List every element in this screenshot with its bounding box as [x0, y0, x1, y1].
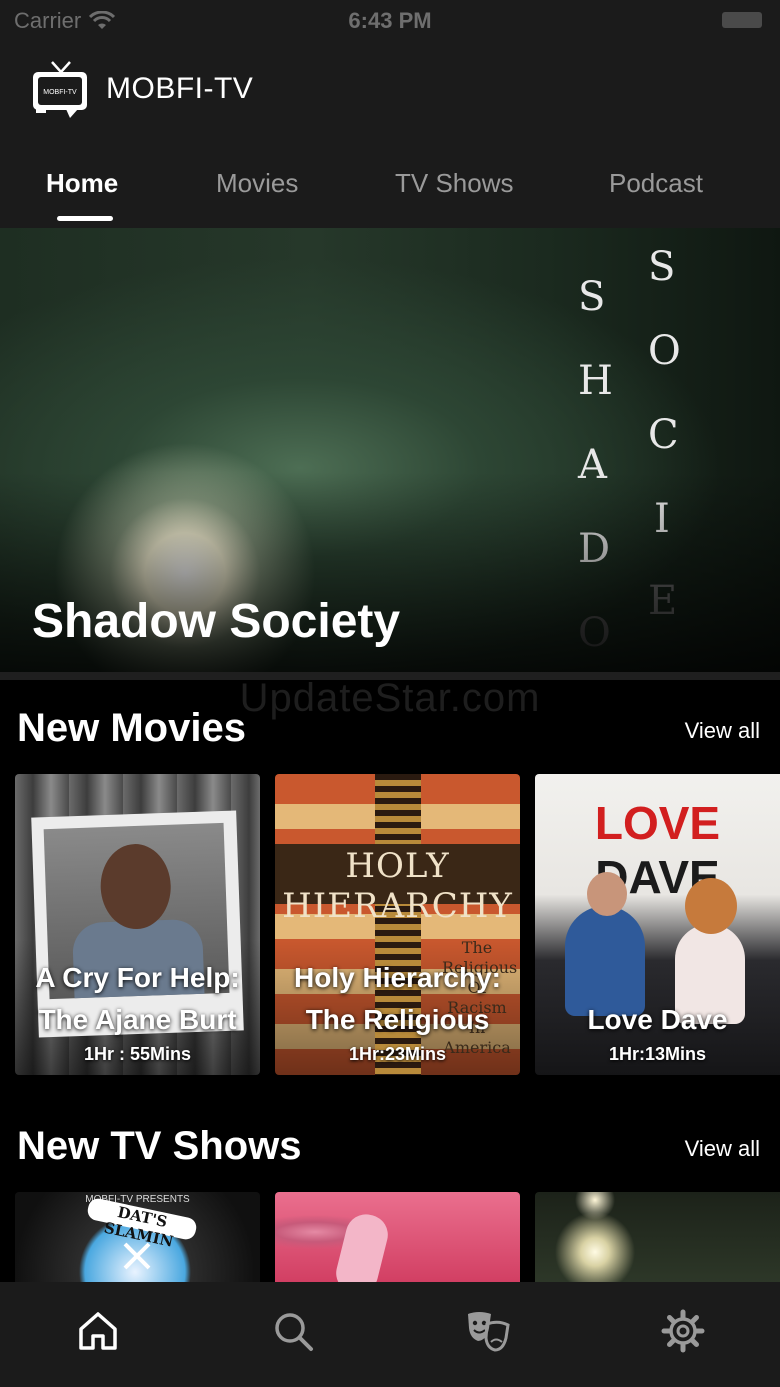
hero-letter: O: [648, 328, 681, 374]
tv-show-card[interactable]: [275, 1192, 520, 1282]
view-all-movies-link[interactable]: View all: [685, 718, 760, 744]
movie-duration: 1Hr:13Mins: [608, 1044, 707, 1064]
tv-show-card[interactable]: MOBFI-TV PRESENTS DAT'S SLAMIN: [15, 1192, 260, 1282]
brand[interactable]: MOBFI-TV MOBFI-TV: [30, 58, 253, 120]
movie-card[interactable]: A Cry For Help: The Ajane Burt 1Hr : 55M…: [15, 774, 260, 1075]
poster-top-text: MOBFI-TV PRESENTS: [85, 1194, 190, 1205]
hero-letter: C: [648, 412, 679, 458]
movie-card[interactable]: LOVE DAVE Love Dave 1Hr:13Mins: [535, 774, 780, 1075]
movie-title: Love Dave: [587, 1004, 728, 1035]
tab-home[interactable]: Home: [46, 168, 118, 199]
tab-podcast[interactable]: Podcast: [609, 168, 703, 199]
poster-figure-doll-head: [685, 878, 737, 934]
movie-duration: 1Hr:23Mins: [348, 1044, 447, 1064]
section-title-new-tv-shows: New TV Shows: [17, 1124, 302, 1168]
theater-masks-icon[interactable]: [465, 1308, 511, 1354]
hero-letter: H: [578, 358, 613, 404]
poster-figure-man-head: [587, 872, 627, 916]
gear-icon[interactable]: [660, 1308, 706, 1354]
poster-figure-face: [99, 842, 173, 931]
movie-title-line2: The Religious: [305, 1004, 490, 1035]
app-header: MOBFI-TV MOBFI-TV Home Movies TV Shows P…: [0, 40, 780, 228]
tab-tv-shows[interactable]: TV Shows: [395, 168, 514, 199]
status-time: 6:43 PM: [348, 8, 432, 33]
poster-nail: [331, 1210, 393, 1282]
hero-banner[interactable]: S H A D O S O C I E Shadow Society: [0, 228, 780, 672]
tv-logo-icon: MOBFI-TV: [33, 61, 87, 118]
movie-card[interactable]: HOLY HIERARCHY The Religious Of Racism I…: [275, 774, 520, 1075]
active-tab-indicator: [57, 216, 113, 221]
hero-letter: S: [648, 244, 676, 290]
movie-title-line1: Holy Hierarchy:: [294, 962, 501, 993]
app-name: MOBFI-TV: [106, 72, 254, 105]
poster-word-love: LOVE: [594, 797, 721, 849]
movie-duration: 1Hr : 55Mins: [83, 1044, 192, 1064]
view-all-tv-shows-link[interactable]: View all: [685, 1136, 760, 1162]
fork-knife-icon: [123, 1242, 151, 1270]
search-icon[interactable]: [270, 1308, 316, 1354]
movie-title-line1: A Cry For Help:: [35, 962, 240, 993]
poster-heading: HOLY HIERARCHY: [282, 846, 513, 926]
poster-heading: LOVE DAVE: [535, 796, 780, 904]
tv-show-card[interactable]: [535, 1192, 780, 1282]
status-bar: Carrier 6:43 PM: [0, 0, 780, 40]
top-tabs: Home Movies TV Shows Podcast: [0, 168, 780, 228]
logo-text: MOBFI-TV: [43, 89, 77, 96]
movie-title-line2: The Ajane Burt: [38, 1004, 237, 1035]
tab-movies[interactable]: Movies: [216, 168, 298, 199]
section-title-new-movies: New Movies: [17, 706, 246, 750]
hero-title: Shadow Society: [32, 595, 401, 648]
bottom-tab-bar: [0, 1282, 780, 1387]
home-icon[interactable]: [75, 1308, 121, 1354]
hero-letter: S: [578, 274, 606, 320]
battery-icon: [722, 12, 762, 28]
